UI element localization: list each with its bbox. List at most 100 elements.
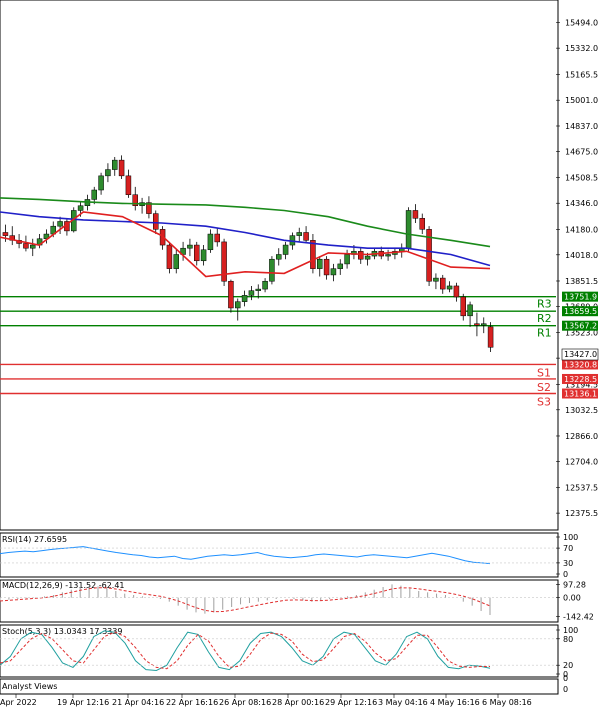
time-tick-label: 3 May 04:16 [378,698,428,707]
candle-body-up [344,254,350,265]
candle-body-down [221,241,227,282]
candle-body-down [358,251,364,260]
candle [228,279,234,313]
candle [221,238,227,286]
candle-body-up [433,277,439,282]
level-name-s2: S2 [537,381,551,394]
analyst-views-label: Analyst Views [2,682,57,691]
candle-body-down [440,277,446,290]
candle-body-up [317,258,323,269]
candle [269,256,275,285]
candle-body-down [23,243,29,249]
indicator-tick-label: 70 [563,544,573,553]
candle-body-down [166,244,173,269]
candle [426,226,432,286]
candle-body-down [310,240,316,269]
candle [487,322,494,352]
current-price-label: 13427.0 [564,350,597,359]
candle-body-down [194,244,200,262]
time-tick-label: 29 Apr 12:16 [325,698,377,707]
indicator-tick-label: -142.42 [563,613,594,622]
price-tick-label: 15165.5 [565,70,598,79]
candle-body-down [118,159,125,177]
price-tick-label: 13032.5 [565,406,598,415]
price-tick-label: 12375.5 [565,509,598,518]
candle-body-up [296,232,302,236]
price-tick-label: 14675.0 [565,147,598,156]
time-tick-label: 4 May 16:16 [430,698,480,707]
price-tick-label: 14180.0 [565,225,598,234]
price-axis: 15494.0 15332.0 15165.5 15001.0 14837.0 14675… [556,19,598,518]
candle-body-down [228,280,234,309]
candle-body-up [269,258,275,282]
candle-body-down [125,175,132,195]
candle [166,241,173,274]
candle-body-up [91,189,97,200]
candle-body-up [105,169,111,177]
indicator-tick-label: 0.00 [563,594,581,603]
level-name-s1: S1 [537,366,551,379]
indicator-tick-label: 100 [563,533,578,542]
level-value-s3: 13136.1 [564,390,597,399]
level-name-r2: R2 [537,312,552,325]
chart-canvas: 15494.0 15332.0 15165.5 15001.0 14837.0 14675… [0,0,599,707]
candle-body-up [276,254,282,260]
candle-body-up [235,301,241,309]
stoch-axis: 10080200 [556,626,578,679]
time-tick-label: 19 Apr 12:16 [57,698,109,707]
candle-body-up [446,285,453,290]
price-panel: 15494.0 15332.0 15165.5 15001.0 14837.0 14675… [0,0,599,531]
level-value-r1: 13567.2 [564,322,597,331]
price-tick-label: 15001.0 [565,96,598,105]
time-tick-label: 26 Apr 08:16 [219,698,271,707]
candle [405,207,412,252]
macd-axis: 97.28 0.00 -142.42 [556,581,594,622]
candle-body-down [453,285,460,298]
price-tick-label: 12704.0 [565,457,598,466]
macd-panel: MACD(12,26,9) -131.52 -62.41 97.28 0.00 -1… [0,579,594,623]
time-tick-label: Apr 2022 [0,698,37,707]
level-value-r2: 13659.5 [564,307,597,316]
candle-body-down [2,232,9,236]
candle-body-down [487,326,494,348]
candle-body-up [405,210,412,249]
level-value-s1: 13320.8 [564,360,597,369]
candle-body-down [214,233,220,243]
candle-body-down [419,218,425,230]
candle-body-up [385,254,391,257]
candle-body-up [207,233,214,251]
rsi-title: RSI(14) 27.6595 [2,535,67,544]
candle-body-down [323,258,330,276]
footer-axis-0: 0 [563,674,568,683]
candle-body-up [262,280,268,290]
time-axis: Apr 2022 19 Apr 12:16 21 Apr 04:16 22 Apr 1… [0,694,532,707]
indicator-tick-label: 100 [563,626,578,635]
level-name-r1: R1 [537,327,552,340]
indicator-tick-label: 97.28 [563,581,586,590]
candle-body-down [412,210,419,219]
price-tick-label: 14018.0 [565,251,598,260]
rsi-axis: 100 70 30 0 [556,533,578,579]
price-tick-label: 12537.5 [565,484,598,493]
price-tick-label: 15494.0 [565,19,598,28]
candle-body-up [112,159,118,170]
candle-body-up [98,175,104,191]
indicator-tick-label: 80 [563,635,573,644]
level-name-r3: R3 [537,298,552,311]
candle-body-down [460,296,466,317]
time-tick-label: 22 Apr 16:16 [166,698,218,707]
macd-title: MACD(12,26,9) -131.52 -62.41 [2,581,125,590]
candle-body-up [241,295,248,302]
indicator-tick-label: 30 [563,559,573,568]
level-value-r3: 13751.9 [564,293,597,302]
candle-body-down [303,232,309,241]
stoch-panel: Stoch(5,3,3) 13.0343 17.3339 10080200 [0,624,578,679]
current-price-tag: 13427.0 [561,348,599,361]
candle-body-up [248,290,255,296]
candle-body-up [57,221,63,227]
candle-body-up [330,268,337,276]
candle-body-up [337,263,343,269]
candle-body-up [187,244,193,249]
candle-body-up [481,323,487,326]
candle-body-up [364,255,371,260]
